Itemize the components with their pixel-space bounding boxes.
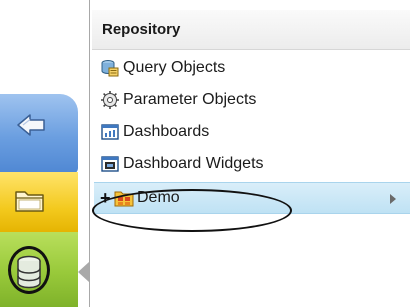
- menu-item-label: Parameter Objects: [123, 91, 257, 108]
- menu-item-label: Demo: [137, 189, 180, 206]
- menu-item-label: Query Objects: [123, 59, 226, 76]
- menu-item-demo[interactable]: + Demo: [94, 182, 410, 214]
- panel-pointer: [78, 262, 89, 282]
- repository-tab-highlight-circle: [8, 246, 50, 294]
- dashboard-widgets-icon: [100, 154, 120, 174]
- expand-plus-icon[interactable]: +: [100, 189, 112, 207]
- repository-menu-list: Query Objects Parameter Objects Dashboar…: [94, 52, 410, 214]
- repository-menu-panel: Repository Query Objects Parameter Objec…: [90, 0, 412, 307]
- parameter-objects-icon: [100, 90, 120, 110]
- dashboards-icon: [100, 122, 120, 142]
- submenu-arrow-icon[interactable]: [390, 194, 396, 204]
- menu-item-parameter-objects[interactable]: Parameter Objects: [94, 84, 410, 116]
- folder-icon[interactable]: [14, 186, 46, 214]
- folder-group-icon: [114, 188, 134, 208]
- menu-item-label: Dashboard Widgets: [123, 155, 264, 172]
- back-arrow-icon[interactable]: [14, 108, 48, 142]
- panel-header: Repository: [92, 10, 410, 50]
- menu-item-label: Dashboards: [123, 123, 210, 140]
- repository-popup-frame: Repository Query Objects Parameter Objec…: [0, 0, 412, 307]
- menu-item-dashboards[interactable]: Dashboards: [94, 116, 410, 148]
- menu-item-query-objects[interactable]: Query Objects: [94, 52, 410, 84]
- query-objects-icon: [100, 58, 120, 78]
- menu-item-dashboard-widgets[interactable]: Dashboard Widgets: [94, 148, 410, 180]
